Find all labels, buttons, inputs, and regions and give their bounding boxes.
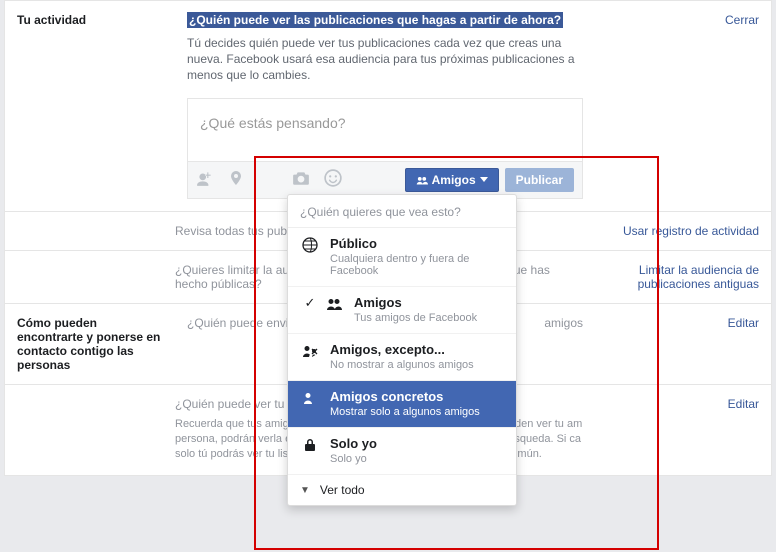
friends-except-icon	[300, 342, 320, 359]
only-me-title: Solo yo	[330, 436, 504, 451]
only-me-sub: Solo yo	[330, 453, 504, 465]
dropdown-title: ¿Quién quieres que vea esto?	[288, 195, 516, 228]
edit-friend-requests-link[interactable]: Editar	[728, 316, 759, 330]
audience-selector-button[interactable]: Amigos	[405, 168, 499, 192]
see-all-label: Ver todo	[320, 483, 365, 497]
specific-friends-icon	[300, 389, 320, 406]
composer-toolbar: Amigos Publicar	[188, 161, 582, 198]
friends-title: Amigos	[354, 295, 504, 310]
lock-icon	[300, 436, 320, 453]
specific-friends-sub: Mostrar solo a algunos amigos	[330, 406, 504, 418]
section-label-activity: Tu actividad	[5, 13, 175, 199]
dropdown-item-public[interactable]: Público Cualquiera dentro y fuera de Fac…	[288, 228, 516, 287]
location-icon[interactable]	[228, 170, 244, 189]
activity-question-highlight: ¿Quién puede ver las publicaciones que h…	[187, 12, 563, 28]
close-link[interactable]: Cerrar	[725, 13, 759, 27]
chevron-down-icon	[480, 177, 488, 182]
dropdown-item-friends-except[interactable]: Amigos, excepto... No mostrar a algunos …	[288, 334, 516, 381]
emoji-icon[interactable]	[324, 169, 342, 190]
dropdown-item-specific-friends[interactable]: Amigos concretos Mostrar solo a algunos …	[288, 381, 516, 428]
use-activity-log-link[interactable]: Usar registro de actividad	[623, 224, 759, 238]
friends-except-title: Amigos, excepto...	[330, 342, 504, 357]
public-sub: Cualquiera dentro y fuera de Facebook	[330, 253, 504, 277]
chevron-down-icon: ▼	[300, 485, 310, 496]
tag-people-icon[interactable]	[196, 169, 214, 190]
post-composer: ¿Qué estás pensando? Amigos Public	[187, 98, 583, 199]
publish-button[interactable]: Publicar	[505, 168, 574, 192]
friends-except-sub: No mostrar a algunos amigos	[330, 359, 504, 371]
public-title: Público	[330, 236, 504, 251]
camera-icon[interactable]	[292, 169, 310, 190]
specific-friends-title: Amigos concretos	[330, 389, 504, 404]
composer-placeholder[interactable]: ¿Qué estás pensando?	[188, 99, 582, 161]
audience-button-label: Amigos	[432, 173, 476, 187]
friend-requests-value: amigos	[544, 316, 583, 330]
dropdown-item-friends[interactable]: ✓ Amigos Tus amigos de Facebook	[288, 287, 516, 334]
limit-past-link[interactable]: Limitar la audiencia de publicaciones an…	[638, 263, 759, 291]
dropdown-see-all[interactable]: ▼ Ver todo	[288, 475, 516, 505]
activity-body: ¿Quién puede ver las publicaciones que h…	[175, 13, 591, 199]
edit-friend-list-link[interactable]: Editar	[728, 397, 759, 411]
dropdown-item-only-me[interactable]: Solo yo Solo yo	[288, 428, 516, 475]
activity-row-current-audience: Tu actividad ¿Quién puede ver las public…	[5, 1, 771, 211]
friends-icon	[324, 295, 344, 312]
section-label-find: Cómo pueden encontrarte y ponerse en con…	[5, 316, 175, 372]
friends-sub: Tus amigos de Facebook	[354, 312, 504, 324]
audience-dropdown: ¿Quién quieres que vea esto? Público Cua…	[287, 194, 517, 506]
globe-icon	[300, 236, 320, 253]
activity-desc: Tú decides quién puede ver tus publicaci…	[187, 35, 583, 84]
check-icon: ✓	[300, 295, 320, 311]
